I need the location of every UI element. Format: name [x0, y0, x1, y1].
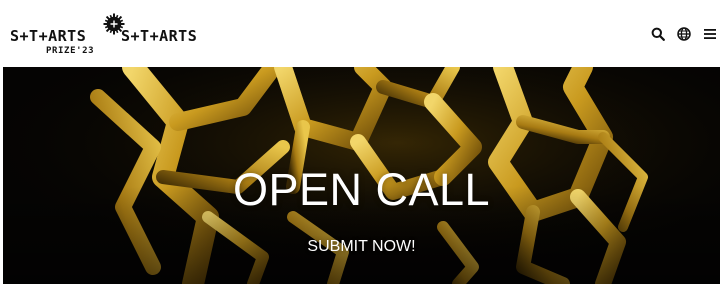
submit-now-button[interactable]: SUBMIT NOW!: [306, 235, 417, 259]
site-header: S+T+ARTS PRIZE'23 S+T+ARTS: [0, 0, 723, 67]
prize-logo-year: PRIZE'23: [46, 46, 95, 56]
menu-icon[interactable]: [701, 25, 718, 42]
hero-title: OPEN CALL: [232, 164, 491, 215]
search-icon[interactable]: [649, 25, 666, 42]
site-logo-link[interactable]: S+T+ARTS: [121, 27, 197, 45]
globe-icon[interactable]: [675, 25, 692, 42]
hero-banner: OPEN CALL SUBMIT NOW!: [3, 67, 720, 284]
header-actions: [649, 25, 718, 42]
page: S+T+ARTS PRIZE'23 S+T+ARTS OPEN CALL SUB…: [0, 0, 723, 284]
prize-logo-link[interactable]: S+T+ARTS PRIZE'23: [10, 13, 125, 61]
prize-logo-brand: S+T+ARTS: [10, 27, 87, 45]
